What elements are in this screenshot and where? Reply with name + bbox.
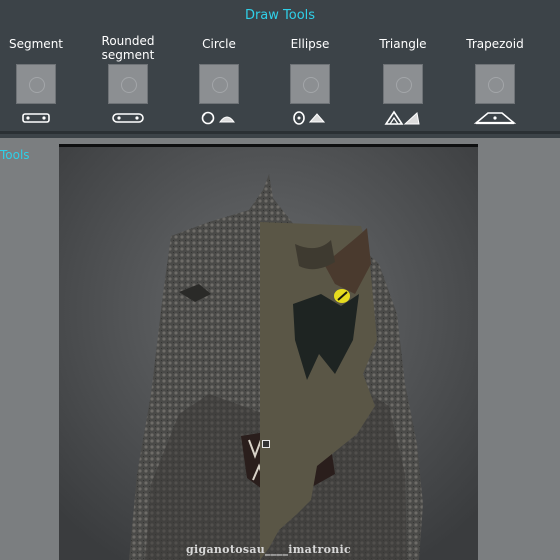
panel-divider <box>0 131 560 134</box>
tool-circle-thumbnail[interactable] <box>199 64 239 104</box>
image-canvas[interactable]: giganotosau____imatronic <box>59 144 478 560</box>
dinosaur-photo <box>59 144 478 560</box>
tool-segment-label: Segment <box>9 37 63 51</box>
draw-tools-panel: Draw Tools Segment Rounded segment Circl… <box>0 0 560 136</box>
tool-segment-thumbnail[interactable] <box>16 64 56 104</box>
triangle-icon <box>384 110 420 125</box>
tool-circle-label: Circle <box>202 37 236 51</box>
tool-circle[interactable]: Circle <box>179 34 259 126</box>
image-caption: giganotosau____imatronic <box>186 543 351 556</box>
trapezoid-icon <box>473 112 517 125</box>
workspace: Tools giganotosau____imatronic <box>0 138 560 560</box>
tool-ellipse-label: Ellipse <box>290 37 330 51</box>
tool-segment[interactable]: Segment <box>0 34 76 126</box>
circle-icon <box>201 111 235 125</box>
tool-trapezoid-thumbnail[interactable] <box>475 64 515 104</box>
tool-triangle-thumbnail[interactable] <box>383 64 423 104</box>
ellipse-icon <box>293 111 326 125</box>
tool-ellipse-thumbnail[interactable] <box>290 64 330 104</box>
rounded-segment-icon <box>112 113 144 123</box>
tool-rounded-segment-thumbnail[interactable] <box>108 64 148 104</box>
draw-tools-title: Draw Tools <box>244 8 316 23</box>
tool-triangle-label: Triangle <box>379 37 427 51</box>
tool-rounded-segment[interactable]: Rounded segment <box>88 34 168 126</box>
tools-tab[interactable]: Tools <box>0 148 30 162</box>
tool-triangle[interactable]: Triangle <box>363 34 443 126</box>
tool-trapezoid-label: Trapezoid <box>466 37 524 51</box>
resize-handle[interactable] <box>262 440 270 448</box>
tool-ellipse[interactable]: Ellipse <box>270 34 350 126</box>
tool-trapezoid[interactable]: Trapezoid <box>455 34 535 126</box>
segment-icon <box>22 113 50 123</box>
tool-rounded-segment-label: Rounded segment <box>101 34 155 62</box>
